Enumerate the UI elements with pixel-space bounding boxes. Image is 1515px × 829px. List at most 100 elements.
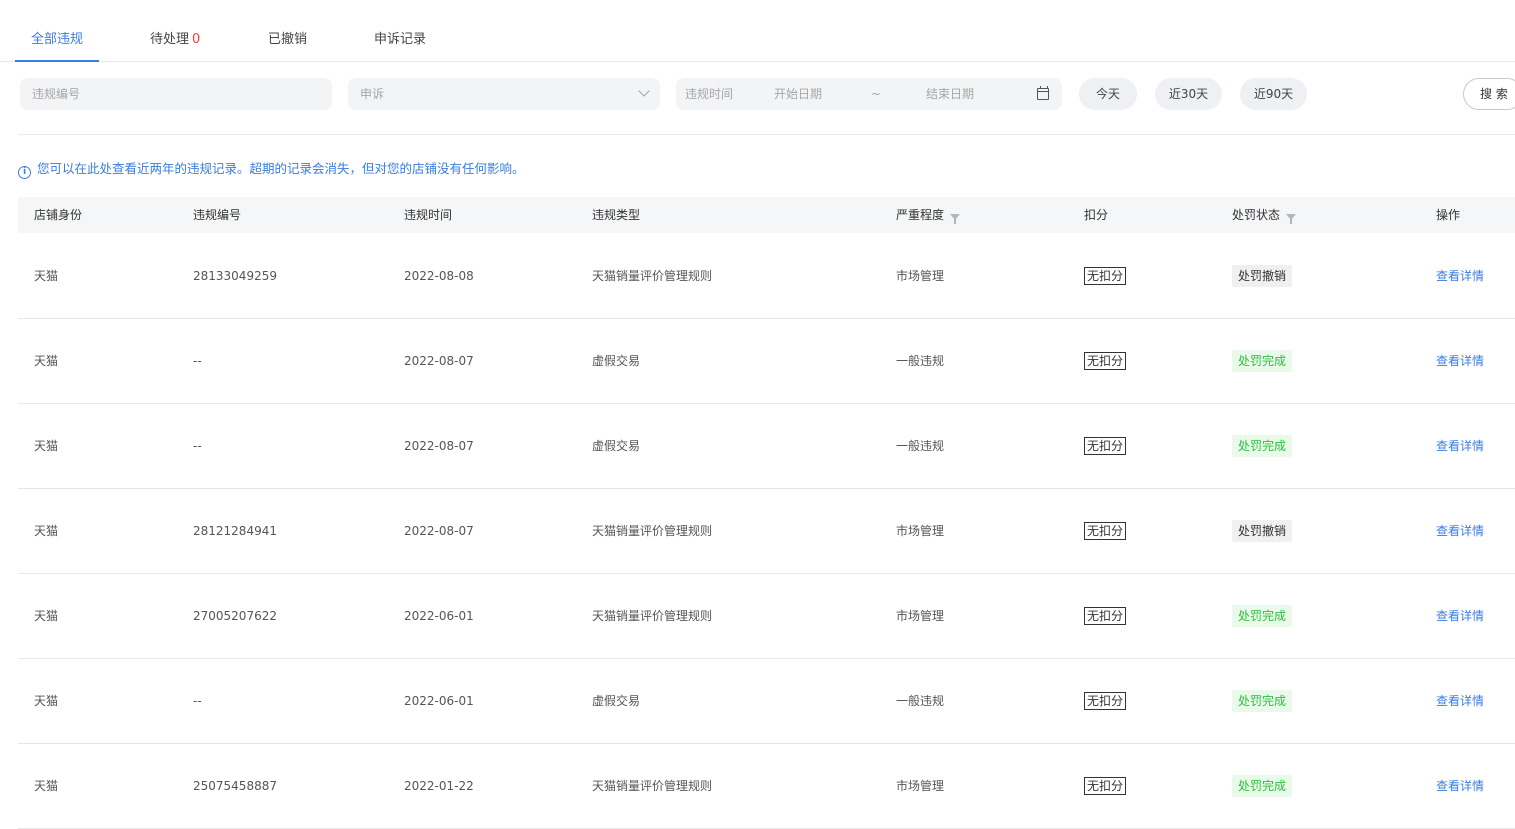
calendar-icon[interactable] — [1037, 86, 1049, 100]
violation-type-cell: 天猫销量评价管理规则 — [592, 524, 713, 538]
severity-cell: 一般违规 — [896, 694, 945, 708]
violation-id-cell: -- — [193, 354, 202, 368]
severity-cell: 一般违规 — [896, 354, 945, 368]
table-row: 天猫 28133049259 2022-08-08 天猫销量评价管理规则 市场管理 无扣分… — [18, 234, 1515, 319]
status-badge: 处罚撤销 — [1232, 265, 1293, 287]
view-details-link[interactable]: 查看详情 — [1436, 234, 1484, 318]
violation-type-cell: 天猫销量评价管理规则 — [592, 269, 713, 283]
score-cell: 无扣分 — [1084, 489, 1127, 573]
shop-cell: 天猫 — [34, 524, 59, 538]
violation-date-cell: 2022-08-08 — [404, 269, 474, 283]
date-separator: ~ — [871, 87, 882, 101]
score-cell: 无扣分 — [1084, 319, 1127, 403]
score-badge: 无扣分 — [1084, 352, 1127, 370]
shop-cell: 天猫 — [34, 609, 59, 623]
column-header-violation-time: 违规时间 — [404, 208, 453, 222]
status-badge: 处罚完成 — [1232, 605, 1293, 627]
violation-id-input[interactable] — [20, 78, 332, 110]
end-date-input[interactable]: 结束日期 — [926, 78, 974, 110]
violation-id-cell: 27005207622 — [193, 609, 277, 623]
violation-type-cell: 天猫销量评价管理规则 — [592, 779, 713, 793]
view-details-link[interactable]: 查看详情 — [1436, 404, 1484, 488]
view-details-link[interactable]: 查看详情 — [1436, 744, 1484, 828]
violation-date-cell: 2022-08-07 — [404, 524, 474, 538]
violation-id-cell: 28133049259 — [193, 269, 277, 283]
column-header-shop: 店铺身份 — [34, 208, 83, 222]
tab-all-violations[interactable]: 全部违规 — [14, 30, 100, 62]
violation-type-cell: 天猫销量评价管理规则 — [592, 609, 713, 623]
violation-type-cell: 虚假交易 — [592, 439, 641, 453]
status-cell: 处罚完成 — [1232, 319, 1293, 403]
severity-cell: 市场管理 — [896, 779, 945, 793]
violation-id-cell: 25075458887 — [193, 779, 277, 793]
info-icon: i — [18, 166, 31, 179]
shop-cell: 天猫 — [34, 439, 59, 453]
column-header-score: 扣分 — [1084, 208, 1109, 222]
table-row: 天猫 -- 2022-06-01 虚假交易 一般违规 无扣分 处罚完成 查看详情 — [18, 659, 1515, 744]
score-badge: 无扣分 — [1084, 607, 1127, 625]
appeal-select[interactable]: 申诉 — [348, 78, 660, 110]
status-badge: 处罚完成 — [1232, 690, 1293, 712]
violation-date-cell: 2022-08-07 — [404, 354, 474, 368]
score-badge: 无扣分 — [1084, 777, 1127, 795]
table-row: 天猫 25075458887 2022-01-22 天猫销量评价管理规则 市场管理 无扣分… — [18, 744, 1515, 829]
column-header-action: 操作 — [1436, 208, 1461, 222]
violation-date-cell: 2022-06-01 — [404, 694, 474, 708]
date-range-picker[interactable]: 违规时间 开始日期 ~ 结束日期 — [676, 78, 1062, 110]
today-button[interactable]: 今天 — [1079, 78, 1137, 110]
start-date-input[interactable]: 开始日期 — [774, 78, 822, 110]
severity-cell: 市场管理 — [896, 269, 945, 283]
last-90-days-button[interactable]: 近90天 — [1240, 78, 1307, 110]
violation-date-cell: 2022-01-22 — [404, 779, 474, 793]
status-badge: 处罚完成 — [1232, 350, 1293, 372]
score-cell: 无扣分 — [1084, 744, 1127, 828]
appeal-select-value: 申诉 — [360, 87, 385, 101]
tab-label: 申诉记录 — [374, 32, 427, 47]
violation-type-cell: 虚假交易 — [592, 354, 641, 368]
pending-count-badge: 0 — [192, 32, 201, 47]
tab-label: 待处理 — [150, 32, 190, 47]
view-details-link[interactable]: 查看详情 — [1436, 319, 1484, 403]
column-header-status: 处罚状态 — [1232, 197, 1297, 233]
shop-cell: 天猫 — [34, 779, 59, 793]
tab-revoked[interactable]: 已撤销 — [268, 30, 307, 62]
column-header-violation-id: 违规编号 — [193, 208, 242, 222]
score-badge: 无扣分 — [1084, 267, 1127, 285]
shop-cell: 天猫 — [34, 354, 59, 368]
filter-icon[interactable] — [1286, 214, 1297, 224]
severity-cell: 市场管理 — [896, 524, 945, 538]
date-range-label: 违规时间 — [685, 87, 734, 101]
violation-date-cell: 2022-06-01 — [404, 609, 474, 623]
info-notice: i 您可以在此处查看近两年的违规记录。超期的记录会消失，但对您的店铺没有任何影响。 — [18, 160, 525, 179]
view-details-link[interactable]: 查看详情 — [1436, 574, 1484, 658]
status-cell: 处罚完成 — [1232, 744, 1293, 828]
table-row: 天猫 27005207622 2022-06-01 天猫销量评价管理规则 市场管理 无扣分… — [18, 574, 1515, 659]
tab-appeal-records[interactable]: 申诉记录 — [374, 30, 426, 62]
score-cell: 无扣分 — [1084, 404, 1127, 488]
severity-cell: 一般违规 — [896, 439, 945, 453]
column-header-violation-type: 违规类型 — [592, 208, 641, 222]
status-badge: 处罚完成 — [1232, 775, 1293, 797]
status-cell: 处罚撤销 — [1232, 234, 1293, 318]
status-cell: 处罚撤销 — [1232, 489, 1293, 573]
divider — [18, 134, 1515, 135]
view-details-link[interactable]: 查看详情 — [1436, 659, 1484, 743]
score-badge: 无扣分 — [1084, 437, 1127, 455]
column-header-severity: 严重程度 — [896, 197, 961, 233]
violation-type-cell: 虚假交易 — [592, 694, 641, 708]
status-cell: 处罚完成 — [1232, 659, 1293, 743]
notice-text: 您可以在此处查看近两年的违规记录。超期的记录会消失，但对您的店铺没有任何影响。 — [37, 161, 525, 176]
chevron-down-icon — [638, 85, 650, 97]
shop-cell: 天猫 — [34, 269, 59, 283]
score-badge: 无扣分 — [1084, 692, 1127, 710]
table-row: 天猫 -- 2022-08-07 虚假交易 一般违规 无扣分 处罚完成 查看详情 — [18, 319, 1515, 404]
score-cell: 无扣分 — [1084, 659, 1127, 743]
column-header-label: 严重程度 — [896, 208, 945, 222]
tab-pending[interactable]: 待处理 0 — [150, 30, 200, 62]
view-details-link[interactable]: 查看详情 — [1436, 489, 1484, 573]
search-button[interactable]: 搜 索 — [1463, 78, 1515, 110]
score-cell: 无扣分 — [1084, 234, 1127, 318]
filter-icon[interactable] — [950, 214, 961, 224]
violation-id-cell: 28121284941 — [193, 524, 277, 538]
last-30-days-button[interactable]: 近30天 — [1155, 78, 1222, 110]
